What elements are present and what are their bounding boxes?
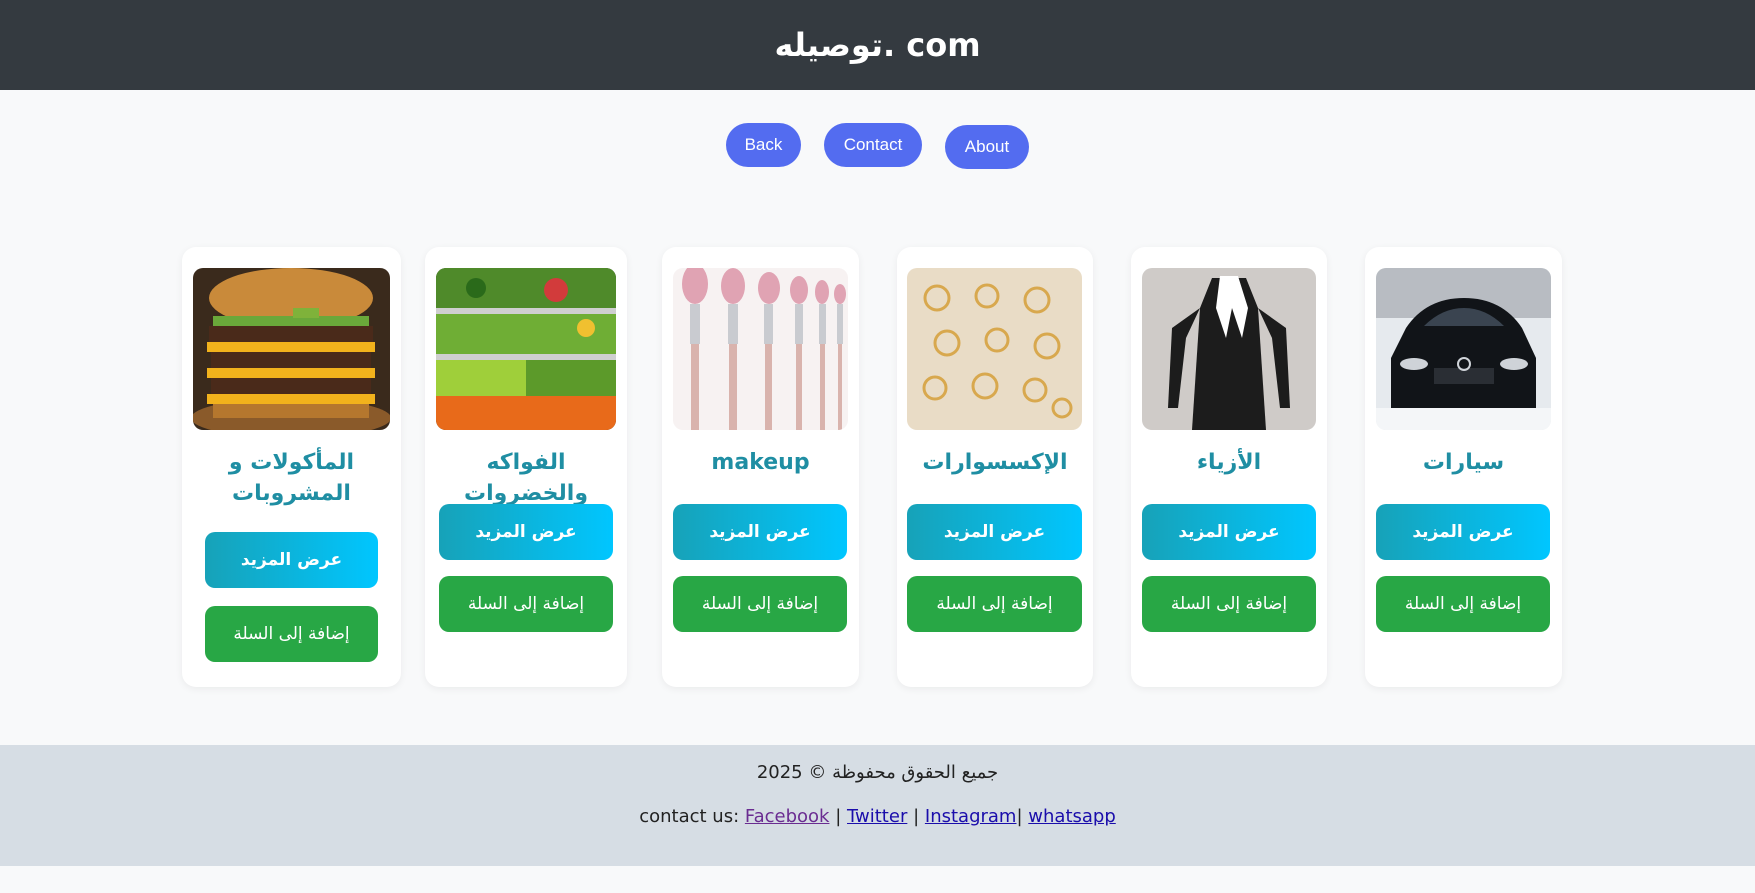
site-title: توصيله. com — [774, 26, 981, 64]
card-title: الأزياء — [1196, 450, 1262, 475]
separator: | — [1016, 806, 1023, 827]
category-card-food: المأكولات و المشروبات عرض المزيد إضافة إ… — [182, 247, 401, 687]
category-card-makeup: makeup عرض المزيد إضافة إلى السلة — [662, 247, 859, 687]
about-button[interactable]: About — [945, 125, 1029, 169]
show-more-button[interactable]: عرض المزيد — [205, 532, 378, 588]
add-to-cart-button[interactable]: إضافة إلى السلة — [673, 576, 847, 632]
category-card-fashion: الأزياء عرض المزيد إضافة إلى السلة — [1131, 247, 1327, 687]
card-title: سيارات — [1422, 450, 1505, 475]
show-more-button[interactable]: عرض المزيد — [1142, 504, 1316, 560]
contact-prefix: contact us: — [639, 806, 740, 827]
rings-image — [907, 268, 1082, 430]
show-more-button[interactable]: عرض المزيد — [907, 504, 1082, 560]
instagram-link[interactable]: Instagram — [925, 806, 1017, 827]
category-card-accessories: الإكسسوارات عرض المزيد إضافة إلى السلة — [897, 247, 1093, 687]
add-to-cart-button[interactable]: إضافة إلى السلة — [205, 606, 378, 662]
vegetables-image — [436, 268, 616, 430]
makeup-brushes-image — [673, 268, 848, 430]
back-button[interactable]: Back — [726, 123, 801, 167]
add-to-cart-button[interactable]: إضافة إلى السلة — [1376, 576, 1550, 632]
twitter-link[interactable]: Twitter — [847, 806, 907, 827]
card-title: الإكسسوارات — [922, 450, 1068, 475]
add-to-cart-button[interactable]: إضافة إلى السلة — [907, 576, 1082, 632]
whatsapp-link[interactable]: whatsapp — [1028, 806, 1115, 827]
footer-contact: contact us: Facebook | Twitter | Instagr… — [0, 806, 1755, 827]
show-more-button[interactable]: عرض المزيد — [1376, 504, 1550, 560]
add-to-cart-button[interactable]: إضافة إلى السلة — [1142, 576, 1316, 632]
facebook-link[interactable]: Facebook — [745, 806, 830, 827]
add-to-cart-button[interactable]: إضافة إلى السلة — [439, 576, 613, 632]
card-title: makeup — [711, 450, 810, 475]
category-card-cars: سيارات عرض المزيد إضافة إلى السلة — [1365, 247, 1562, 687]
burger-image — [193, 268, 390, 430]
category-card-produce: الفواكه والخضروات عرض المزيد إضافة إلى ا… — [425, 247, 627, 687]
card-title: الفواكه والخضروات — [463, 450, 589, 506]
show-more-button[interactable]: عرض المزيد — [673, 504, 847, 560]
separator: | — [913, 806, 920, 827]
contact-button[interactable]: Contact — [824, 123, 922, 167]
show-more-button[interactable]: عرض المزيد — [439, 504, 613, 560]
black-dress-image — [1142, 268, 1316, 430]
separator: | — [835, 806, 842, 827]
site-header: توصيله. com — [0, 0, 1755, 90]
card-title: المأكولات و المشروبات — [228, 450, 355, 506]
black-car-image — [1376, 268, 1551, 430]
copyright-text: جميع الحقوق محفوظة © 2025 — [756, 762, 999, 783]
